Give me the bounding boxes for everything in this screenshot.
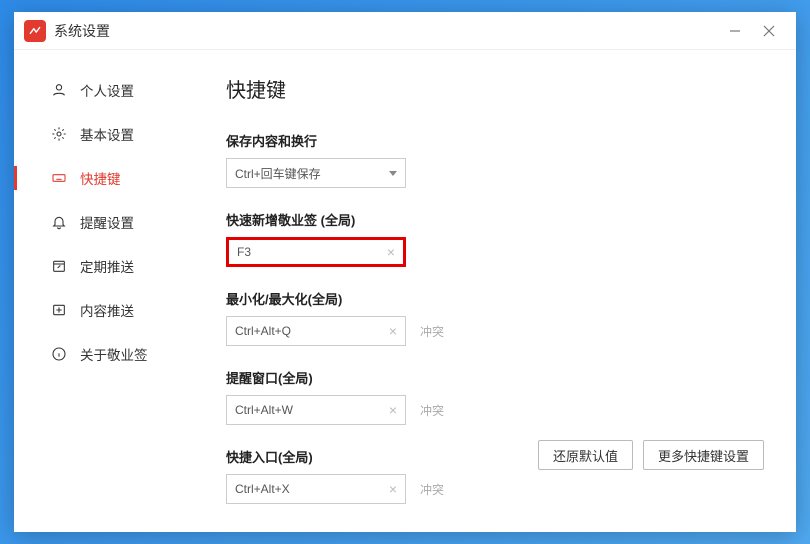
bell-icon xyxy=(50,213,68,231)
sidebar-item-schedule-push[interactable]: 定期推送 xyxy=(14,244,194,288)
sidebar-item-label: 内容推送 xyxy=(80,300,134,320)
more-shortcuts-button[interactable]: 更多快捷键设置 xyxy=(643,440,764,470)
user-icon xyxy=(50,81,68,99)
restore-defaults-button[interactable]: 还原默认值 xyxy=(538,440,633,470)
field-label: 快速新增敬业签 (全局) xyxy=(226,210,764,229)
remind-input[interactable]: Ctrl+Alt+W × xyxy=(226,395,406,425)
button-label: 更多快捷键设置 xyxy=(658,446,749,465)
field-label: 提醒窗口(全局) xyxy=(226,368,764,387)
minmax-input[interactable]: Ctrl+Alt+Q × xyxy=(226,316,406,346)
sidebar-item-shortcuts[interactable]: 快捷键 xyxy=(14,156,194,200)
content-panel: 快捷键 保存内容和换行 Ctrl+回车键保存 快速新增敬业签 (全局) F3 × xyxy=(194,50,796,532)
input-value: Ctrl+Alt+W xyxy=(235,403,293,417)
field-save: 保存内容和换行 Ctrl+回车键保存 xyxy=(226,131,764,188)
sidebar-item-basic[interactable]: 基本设置 xyxy=(14,112,194,156)
sidebar: 个人设置 基本设置 快捷键 提醒设置 xyxy=(14,50,194,532)
close-button[interactable] xyxy=(752,16,786,46)
app-icon xyxy=(24,20,46,42)
save-select[interactable]: Ctrl+回车键保存 xyxy=(226,158,406,188)
input-value: Ctrl+Alt+X xyxy=(235,482,290,496)
field-minmax: 最小化/最大化(全局) Ctrl+Alt+Q × 冲突 xyxy=(226,289,764,346)
clear-icon[interactable]: × xyxy=(389,324,397,338)
button-label: 还原默认值 xyxy=(553,446,618,465)
footer-buttons: 还原默认值 更多快捷键设置 xyxy=(538,440,764,470)
field-quick-add: 快速新增敬业签 (全局) F3 × xyxy=(226,210,764,267)
sidebar-item-label: 定期推送 xyxy=(80,256,134,276)
input-value: F3 xyxy=(237,245,251,259)
conflict-label: 冲突 xyxy=(420,323,444,340)
clear-icon[interactable]: × xyxy=(389,482,397,496)
quick-add-input[interactable]: F3 × xyxy=(226,237,406,267)
field-remind: 提醒窗口(全局) Ctrl+Alt+W × 冲突 xyxy=(226,368,764,425)
sidebar-item-about[interactable]: 关于敬业签 xyxy=(14,332,194,376)
sidebar-item-label: 基本设置 xyxy=(80,124,134,144)
chevron-down-icon xyxy=(389,171,397,176)
sidebar-item-reminder[interactable]: 提醒设置 xyxy=(14,200,194,244)
keyboard-icon xyxy=(50,169,68,187)
clear-icon[interactable]: × xyxy=(387,245,395,259)
info-icon xyxy=(50,345,68,363)
clear-icon[interactable]: × xyxy=(389,403,397,417)
sidebar-item-label: 快捷键 xyxy=(80,168,121,188)
gear-icon xyxy=(50,125,68,143)
conflict-label: 冲突 xyxy=(420,481,444,498)
sidebar-item-label: 提醒设置 xyxy=(80,212,134,232)
minimize-button[interactable] xyxy=(718,16,752,46)
calendar-icon xyxy=(50,257,68,275)
page-title: 快捷键 xyxy=(226,74,764,103)
select-value: Ctrl+回车键保存 xyxy=(235,165,321,182)
window-title: 系统设置 xyxy=(54,21,110,41)
sidebar-item-content-push[interactable]: 内容推送 xyxy=(14,288,194,332)
entry-input[interactable]: Ctrl+Alt+X × xyxy=(226,474,406,504)
titlebar: 系统设置 xyxy=(14,12,796,50)
field-label: 保存内容和换行 xyxy=(226,131,764,150)
input-value: Ctrl+Alt+Q xyxy=(235,324,291,338)
field-label: 最小化/最大化(全局) xyxy=(226,289,764,308)
send-icon xyxy=(50,301,68,319)
sidebar-item-personal[interactable]: 个人设置 xyxy=(14,68,194,112)
conflict-label: 冲突 xyxy=(420,402,444,419)
settings-window: 系统设置 个人设置 基本设置 xyxy=(14,12,796,532)
sidebar-item-label: 关于敬业签 xyxy=(80,344,148,364)
sidebar-item-label: 个人设置 xyxy=(80,80,134,100)
